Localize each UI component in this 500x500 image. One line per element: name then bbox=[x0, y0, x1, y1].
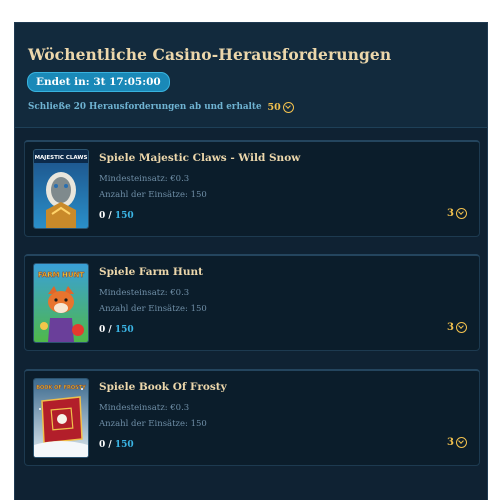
challenge-reward-amount: 3 bbox=[447, 437, 454, 448]
challenge-reward: 3 bbox=[447, 322, 467, 333]
challenge-reward: 3 bbox=[447, 208, 467, 219]
progress-total: 150 bbox=[114, 211, 134, 221]
coin-icon bbox=[282, 101, 294, 113]
progress-current: 0 bbox=[99, 440, 106, 450]
game-thumbnail[interactable]: FARM HUNT bbox=[33, 263, 89, 343]
game-thumbnail[interactable]: MAJESTIC CLAWS bbox=[33, 149, 89, 229]
completion-reward: Schließe 20 Herausforderungen ab und erh… bbox=[28, 99, 294, 115]
challenge-card[interactable]: FARM HUNT Spiele Farm Hunt Mindesteinsat… bbox=[24, 254, 480, 351]
min-bet-text: Mindesteinsatz: €0.3 bbox=[99, 174, 190, 184]
progress-current: 0 bbox=[99, 211, 106, 221]
progress-separator: / bbox=[108, 211, 112, 221]
min-bet-text: Mindesteinsatz: €0.3 bbox=[99, 403, 190, 413]
bet-count-text: Anzahl der Einsätze: 150 bbox=[99, 304, 207, 314]
completion-reward-text: Schließe 20 Herausforderungen ab und erh… bbox=[28, 102, 262, 112]
completion-reward-amount: 50 bbox=[267, 101, 281, 113]
bet-count-text: Anzahl der Einsätze: 150 bbox=[99, 190, 207, 200]
coin-icon bbox=[456, 437, 467, 448]
challenge-title: Spiele Majestic Claws - Wild Snow bbox=[99, 152, 301, 164]
min-bet-text: Mindesteinsatz: €0.3 bbox=[99, 288, 190, 298]
progress-current: 0 bbox=[99, 325, 106, 335]
progress-separator: / bbox=[108, 325, 112, 335]
challenge-card[interactable]: BOOK OF FROSTY Spiele Book Of Frosty Min… bbox=[24, 369, 480, 466]
thumb-title: MAJESTIC CLAWS bbox=[35, 155, 88, 161]
page-title: Wöchentliche Casino-Herausforderungen bbox=[28, 45, 392, 64]
challenge-card[interactable]: MAJESTIC CLAWS Spiele Majestic Claws - W… bbox=[24, 140, 480, 237]
countdown-badge: Endet in: 3t 17:05:00 bbox=[27, 72, 170, 92]
challenge-reward-amount: 3 bbox=[447, 322, 454, 333]
coin-icon bbox=[456, 322, 467, 333]
challenges-header: Wöchentliche Casino-Herausforderungen En… bbox=[15, 23, 487, 128]
coin-icon bbox=[456, 208, 467, 219]
challenge-title: Spiele Book Of Frosty bbox=[99, 381, 227, 393]
challenge-progress: 0 / 150 bbox=[99, 211, 134, 221]
progress-total: 150 bbox=[114, 440, 134, 450]
challenge-progress: 0 / 150 bbox=[99, 440, 134, 450]
challenge-title: Spiele Farm Hunt bbox=[99, 266, 203, 278]
thumb-title: FARM HUNT bbox=[38, 271, 85, 279]
challenge-reward: 3 bbox=[447, 437, 467, 448]
weekly-challenges-panel: Wöchentliche Casino-Herausforderungen En… bbox=[14, 22, 488, 500]
game-thumbnail[interactable]: BOOK OF FROSTY bbox=[33, 378, 89, 458]
thumb-title: BOOK OF FROSTY bbox=[36, 385, 86, 391]
bet-count-text: Anzahl der Einsätze: 150 bbox=[99, 419, 207, 429]
progress-total: 150 bbox=[114, 325, 134, 335]
challenge-reward-amount: 3 bbox=[447, 208, 454, 219]
progress-separator: / bbox=[108, 440, 112, 450]
challenge-progress: 0 / 150 bbox=[99, 325, 134, 335]
